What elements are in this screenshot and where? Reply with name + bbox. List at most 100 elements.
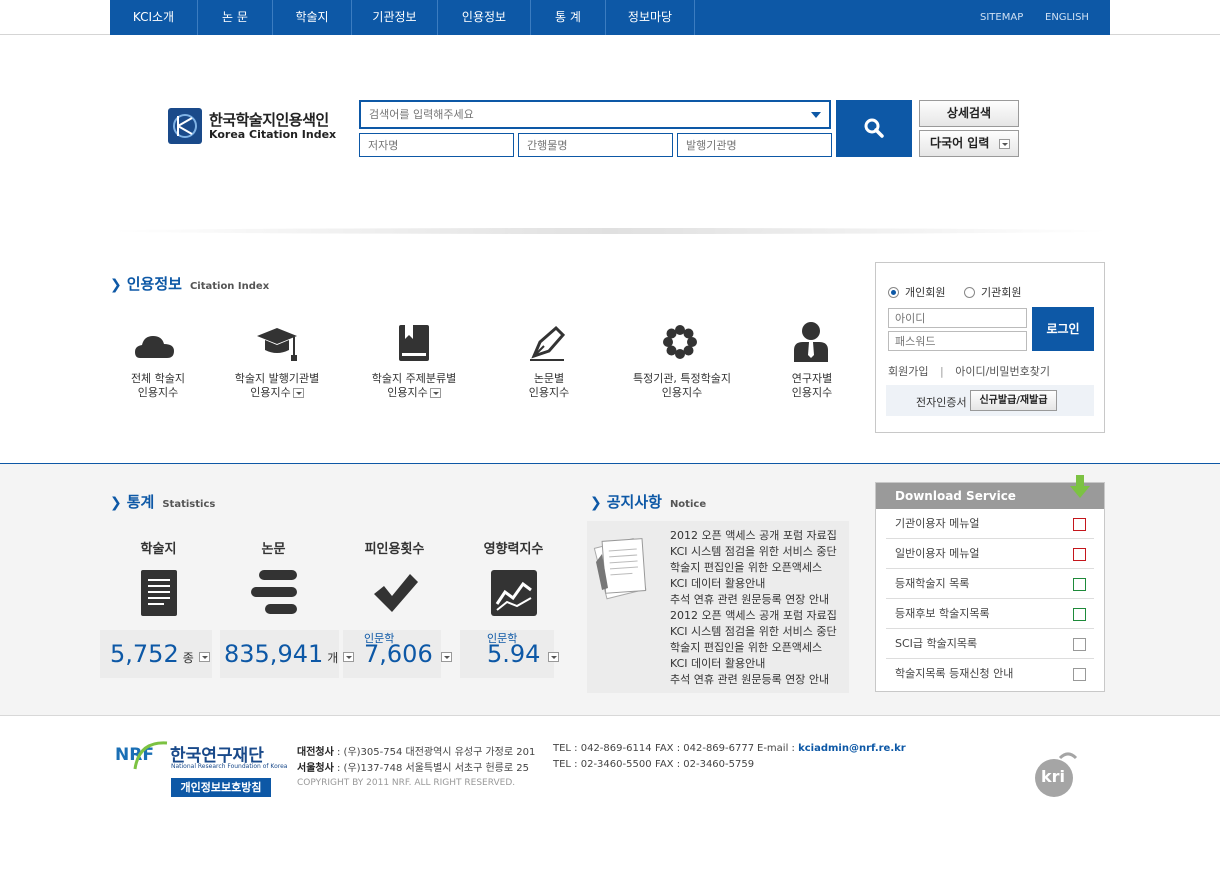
citation-item-by-researcher[interactable]: 연구자별 인용지수 bbox=[747, 320, 877, 400]
citation-item-by-institution[interactable]: 특정기관, 특정학술지 인용지수 bbox=[617, 320, 747, 400]
email-link[interactable]: kciadmin@nrf.re.kr bbox=[798, 743, 906, 754]
chevron-down-icon[interactable] bbox=[548, 652, 560, 662]
download-item[interactable]: SCI급 학술지목록 bbox=[886, 629, 1094, 659]
citation-item-label-1: 특정기관, 특정학술지 bbox=[632, 372, 732, 385]
flower-icon bbox=[663, 325, 697, 359]
main-search-box bbox=[359, 100, 831, 129]
citation-item-label-1: 전체 학술지 bbox=[130, 372, 186, 385]
citation-item-label-1: 학술지 발행기관별 bbox=[234, 372, 320, 385]
logo-english-text: Korea Citation Index bbox=[209, 128, 337, 141]
nrf-logo[interactable]: NRF 한국연구재단 National Research Foundation … bbox=[115, 737, 287, 777]
notice-item[interactable]: KCI 데이터 활용안내 bbox=[670, 576, 837, 592]
footer: NRF 한국연구재단 National Research Foundation … bbox=[0, 717, 1220, 870]
citation-item-label-2: 인용지수 bbox=[387, 386, 428, 399]
password-field[interactable] bbox=[889, 332, 1026, 350]
section-arrow-icon: ❯ bbox=[590, 495, 602, 511]
publisher-field[interactable] bbox=[678, 134, 831, 156]
english-link[interactable]: ENGLISH bbox=[1045, 0, 1089, 35]
nav-item-kci-intro[interactable]: KCI소개 bbox=[110, 0, 198, 35]
stat-citations: 피인용횟수 bbox=[337, 538, 452, 616]
kri-logo[interactable]: kri bbox=[1030, 752, 1082, 798]
chevron-down-icon[interactable] bbox=[440, 652, 452, 662]
search-button[interactable] bbox=[836, 100, 912, 157]
author-field-box bbox=[359, 133, 514, 157]
seoul-address: 서울청사 : (우)137-748 서울특별시 서초구 헌릉로 25 bbox=[297, 759, 529, 774]
login-button[interactable]: 로그인 bbox=[1032, 307, 1094, 351]
find-account-link[interactable]: 아이디/비밀번호찾기 bbox=[955, 365, 1050, 378]
radio-institution-member[interactable]: 기관회원 bbox=[964, 284, 1021, 300]
nav-item-statistics[interactable]: 통 계 bbox=[531, 0, 606, 35]
seoul-fax: FAX : 02-3460-5759 bbox=[655, 759, 755, 770]
multilang-label: 다국어 입력 bbox=[930, 136, 990, 150]
nav-item-papers[interactable]: 논 문 bbox=[198, 0, 273, 35]
nrf-logo-english: National Research Foundation of Korea bbox=[171, 763, 288, 770]
citation-item-all-journals[interactable]: 전체 학술지 인용지수 bbox=[93, 320, 223, 400]
stat-unit: 개 bbox=[327, 651, 339, 665]
notice-section-title: ❯ 공지사항 Notice bbox=[590, 491, 706, 512]
person-icon bbox=[794, 322, 828, 362]
download-item[interactable]: 등재후보 학술지목록 bbox=[886, 599, 1094, 629]
radio-personal-label: 개인회원 bbox=[905, 286, 946, 299]
notice-item[interactable]: KCI 데이터 활용안내 bbox=[670, 656, 837, 672]
chevron-down-icon[interactable] bbox=[343, 652, 355, 662]
stat-number: 5,752 bbox=[110, 640, 179, 668]
author-field[interactable] bbox=[360, 134, 513, 156]
id-field-box bbox=[888, 308, 1027, 328]
stat-journals: 학술지 bbox=[101, 538, 216, 616]
join-link[interactable]: 회원가입 bbox=[888, 365, 928, 378]
search-dropdown-arrow-icon[interactable] bbox=[811, 112, 821, 118]
publisher-field-box bbox=[677, 133, 832, 157]
citation-item-label-1: 연구자별 bbox=[791, 372, 833, 385]
section-divider bbox=[108, 228, 1112, 234]
download-item[interactable]: 일반이용자 메뉴얼 bbox=[886, 539, 1094, 569]
notice-item[interactable]: 학술지 편집인을 위한 오픈액세스 bbox=[670, 640, 837, 656]
id-field[interactable] bbox=[889, 309, 1026, 327]
login-links: 회원가입 | 아이디/비밀번호찾기 bbox=[888, 363, 1050, 379]
citation-item-by-paper[interactable]: 논문별 인용지수 bbox=[484, 320, 614, 400]
chevron-down-icon[interactable] bbox=[198, 652, 210, 662]
sitemap-link[interactable]: SITEMAP bbox=[980, 0, 1023, 35]
notice-item[interactable]: 학술지 편집인을 위한 오픈액세스 bbox=[670, 560, 837, 576]
daejeon-label: 대전청사 bbox=[297, 747, 334, 758]
chevron-down-icon[interactable] bbox=[429, 388, 441, 398]
nav-item-citation[interactable]: 인용정보 bbox=[438, 0, 531, 35]
download-item[interactable]: 학술지목록 등재신청 안내 bbox=[886, 659, 1094, 689]
stats-title-en: Statistics bbox=[162, 499, 216, 510]
radio-checked-icon bbox=[888, 286, 899, 298]
download-item[interactable]: 기관이용자 메뉴얼 bbox=[886, 509, 1094, 539]
citation-item-by-publisher[interactable]: 학술지 발행기관별 인용지수 bbox=[212, 320, 342, 400]
advanced-search-button[interactable]: 상세검색 bbox=[919, 100, 1019, 127]
notice-item[interactable]: 2012 오픈 액세스 공개 포럼 자료집 bbox=[670, 608, 837, 624]
radio-personal-member[interactable]: 개인회원 bbox=[888, 284, 945, 300]
certificate-issue-button[interactable]: 신규발급/재발급 bbox=[970, 390, 1057, 411]
section-arrow-icon: ❯ bbox=[110, 277, 122, 293]
document-list-icon bbox=[140, 570, 178, 616]
notice-item[interactable]: KCI 시스템 점검을 위한 서비스 중단 bbox=[670, 544, 837, 560]
nav-item-info-square[interactable]: 정보마당 bbox=[606, 0, 695, 35]
notice-item[interactable]: 2012 오픈 액세스 공개 포럼 자료집 bbox=[670, 528, 837, 544]
notice-item[interactable]: KCI 시스템 점검을 위한 서비스 중단 bbox=[670, 624, 837, 640]
citation-item-label-2: 인용지수 bbox=[528, 386, 570, 399]
journal-field-box bbox=[518, 133, 673, 157]
main-search-input[interactable] bbox=[361, 102, 781, 127]
notice-item[interactable]: 추석 연휴 관련 원문등록 연장 안내 bbox=[670, 672, 837, 688]
pen-icon bbox=[530, 325, 566, 361]
download-header: Download Service bbox=[876, 475, 1104, 509]
daejeon-address: 대전청사 : (우)305-754 대전광역시 유성구 가정로 201 bbox=[297, 743, 535, 758]
notice-item[interactable]: 추석 연휴 관련 원문등록 연장 안내 bbox=[670, 592, 837, 608]
privacy-policy-button[interactable]: 개인정보보호방침 bbox=[171, 778, 271, 797]
nav-item-journals[interactable]: 학술지 bbox=[273, 0, 352, 35]
top-navigation-bar: KCI소개 논 문 학술지 기관정보 인용정보 통 계 정보마당 SITEMAP… bbox=[0, 0, 1220, 35]
download-item[interactable]: 등재학술지 목록 bbox=[886, 569, 1094, 599]
logo-korean-text: 한국학술지인용색인 bbox=[209, 111, 329, 129]
citation-item-by-subject[interactable]: 학술지 주제분류별 인용지수 bbox=[349, 320, 479, 400]
chevron-down-icon[interactable] bbox=[292, 388, 304, 398]
kci-logo[interactable]: 한국학술지인용색인 Korea Citation Index bbox=[168, 106, 338, 146]
multilang-input-button[interactable]: 다국어 입력 bbox=[919, 130, 1019, 157]
stat-value-citations: 인문학 7,606 bbox=[364, 632, 452, 668]
download-service-box: Download Service 기관이용자 메뉴얼 일반이용자 메뉴얼 등재학… bbox=[875, 475, 1105, 692]
nav-item-institutions[interactable]: 기관정보 bbox=[352, 0, 438, 35]
cloud-icon bbox=[135, 336, 174, 358]
journal-field[interactable] bbox=[519, 134, 672, 156]
download-item-label: SCI급 학술지목록 bbox=[895, 637, 978, 650]
